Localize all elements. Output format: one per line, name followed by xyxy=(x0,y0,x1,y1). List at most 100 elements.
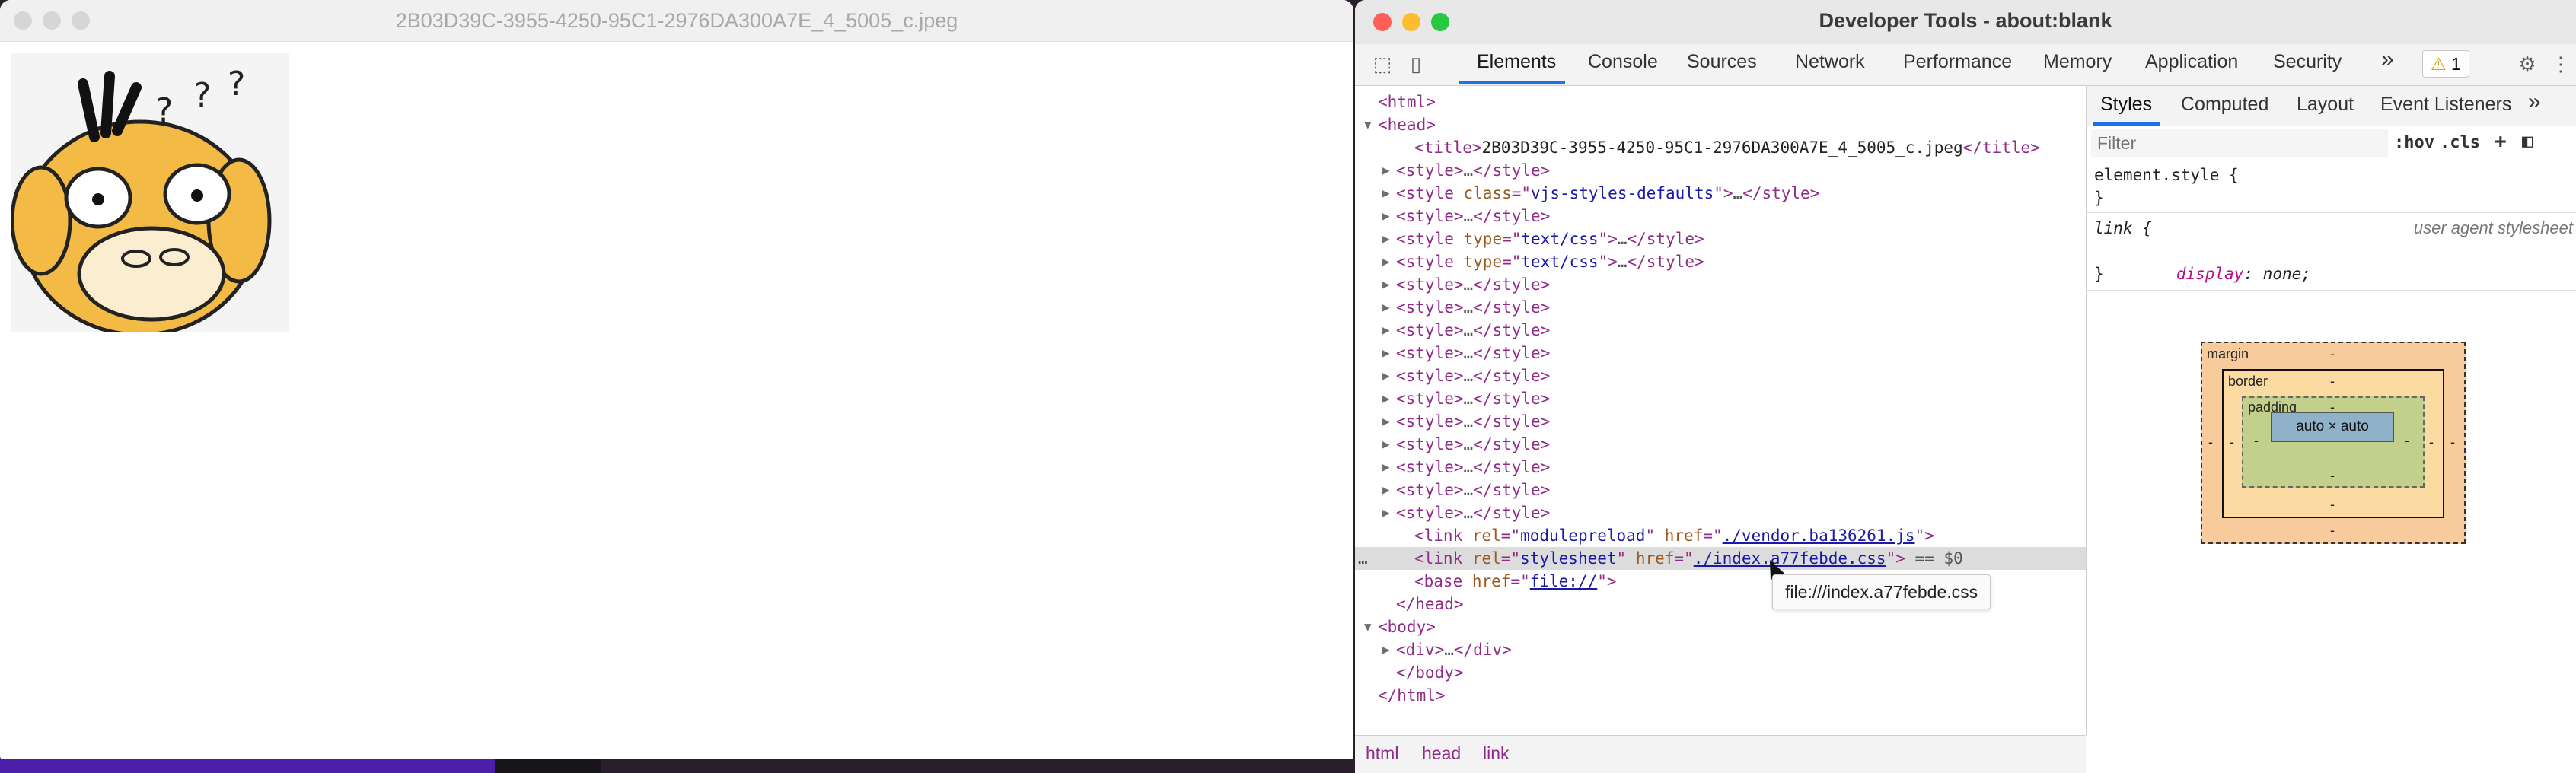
class-toggle[interactable]: .cls xyxy=(2440,133,2480,152)
dom-token-link[interactable]: ./vendor.ba136261.js xyxy=(1723,526,1915,545)
tab-styles[interactable]: Styles xyxy=(2100,94,2152,116)
dom-token-tag: </style> xyxy=(1473,275,1551,294)
tab-elements[interactable]: Elements xyxy=(1477,51,1556,73)
margin-right-value[interactable]: - xyxy=(2450,434,2455,450)
dom-token-attr: href xyxy=(1664,526,1704,545)
dom-token-tag: "> xyxy=(1598,253,1618,271)
tab-sources[interactable]: Sources xyxy=(1687,51,1757,73)
border-bottom-value[interactable]: - xyxy=(2330,497,2335,513)
tab-network[interactable]: Network xyxy=(1795,51,1865,73)
border-right-value[interactable]: - xyxy=(2429,434,2434,450)
dom-node[interactable]: ▼ <head> xyxy=(1355,113,2086,136)
tab-performance[interactable]: Performance xyxy=(1903,51,2012,73)
tab-layout[interactable]: Layout xyxy=(2297,94,2354,116)
dom-node[interactable]: ▶ <style>…</style> xyxy=(1355,273,2086,296)
dom-node-selected[interactable]: … <link rel="stylesheet" href="./index.a7… xyxy=(1355,547,2086,570)
expand-triangle-closed-icon[interactable]: ▶ xyxy=(1382,456,1390,479)
expand-triangle-closed-icon[interactable]: ▶ xyxy=(1382,159,1390,182)
expand-triangle-closed-icon[interactable]: ▶ xyxy=(1382,387,1390,410)
dom-node[interactable]: ▶ <style>…</style> xyxy=(1355,433,2086,456)
node-actions-dots[interactable]: … xyxy=(1358,547,1368,570)
expand-triangle-closed-icon[interactable]: ▶ xyxy=(1382,205,1390,227)
margin-left-value[interactable]: - xyxy=(2208,434,2213,450)
expand-triangle-closed-icon[interactable]: ▶ xyxy=(1382,250,1390,273)
dom-token-link[interactable]: ./index.a77febde.css xyxy=(1694,549,1886,568)
tab-computed[interactable]: Computed xyxy=(2181,94,2268,116)
title-bar[interactable]: 2B03D39C-3955-4250-95C1-2976DA300A7E_4_5… xyxy=(0,0,1353,42)
more-subtabs-button[interactable]: » xyxy=(2528,89,2541,115)
dom-node[interactable]: ▶ <style class="vjs-styles-defaults">…</s… xyxy=(1355,182,2086,205)
padding-left-value[interactable]: - xyxy=(2254,433,2259,449)
dom-node[interactable]: ▶ <style type="text/css">…</style> xyxy=(1355,227,2086,250)
margin-top-value[interactable]: - xyxy=(2330,346,2335,362)
expand-triangle-closed-icon[interactable]: ▶ xyxy=(1382,410,1390,433)
dom-node[interactable]: ▶ <style>…</style> xyxy=(1355,387,2086,410)
breadcrumb-head[interactable]: head xyxy=(1422,743,1461,764)
rule-declaration[interactable]: display: none; xyxy=(2119,240,2311,308)
dom-node[interactable]: <html> xyxy=(1355,91,2086,113)
hover-state-toggle[interactable]: :hov xyxy=(2394,133,2434,152)
expand-triangle-closed-icon[interactable]: ▶ xyxy=(1382,479,1390,501)
dom-node[interactable]: ▶ <style>…</style> xyxy=(1355,342,2086,364)
box-model-content[interactable]: auto × auto xyxy=(2271,412,2394,442)
dom-node[interactable]: </body> xyxy=(1355,661,2086,684)
tab-security[interactable]: Security xyxy=(2273,51,2342,73)
inspect-element-icon[interactable]: ⬚ xyxy=(1369,50,1396,78)
breadcrumb-html[interactable]: html xyxy=(1366,743,1398,764)
expand-triangle-closed-icon[interactable]: ▶ xyxy=(1382,638,1390,661)
toggle-sidebar-icon[interactable]: ◧ xyxy=(2522,130,2533,151)
image-preview-window: 2B03D39C-3955-4250-95C1-2976DA300A7E_4_5… xyxy=(0,0,1353,759)
dom-node[interactable]: ▶ <style>…</style> xyxy=(1355,456,2086,479)
expand-triangle-closed-icon[interactable]: ▶ xyxy=(1382,227,1390,250)
dom-node[interactable]: </html> xyxy=(1355,684,2086,707)
expand-triangle-closed-icon[interactable]: ▶ xyxy=(1382,182,1390,205)
device-toolbar-icon[interactable]: ▯ xyxy=(1402,50,1430,78)
dom-node[interactable]: ▶ <style>…</style> xyxy=(1355,205,2086,227)
dom-node[interactable]: ▶ <style>…</style> xyxy=(1355,364,2086,387)
tab-memory[interactable]: Memory xyxy=(2043,51,2112,73)
dom-node[interactable]: ▶ <style>…</style> xyxy=(1355,319,2086,342)
tab-event-listeners[interactable]: Event Listeners xyxy=(2380,94,2511,116)
warning-badge[interactable]: ⚠ 1 xyxy=(2422,50,2469,78)
expand-triangle-open-icon[interactable]: ▼ xyxy=(1364,616,1372,638)
more-options-icon[interactable]: ⋮ xyxy=(2547,50,2574,78)
border-left-value[interactable]: - xyxy=(2230,434,2234,450)
dom-token-tag: </style> xyxy=(1473,481,1551,499)
dom-node[interactable]: ▶ <style>…</style> xyxy=(1355,410,2086,433)
dom-node[interactable]: ▶ <div>…</div> xyxy=(1355,638,2086,661)
expand-triangle-closed-icon[interactable]: ▶ xyxy=(1382,342,1390,364)
expand-triangle-closed-icon[interactable]: ▶ xyxy=(1382,319,1390,342)
element-style-selector[interactable]: element.style { xyxy=(2094,164,2239,186)
add-rule-icon[interactable]: + xyxy=(2495,130,2507,153)
more-tabs-button[interactable]: » xyxy=(2381,46,2394,72)
dom-token-link[interactable]: file:// xyxy=(1530,572,1598,590)
styles-filter-input[interactable] xyxy=(2091,129,2388,157)
breadcrumb-link[interactable]: link xyxy=(1483,743,1510,764)
border-top-value[interactable]: - xyxy=(2330,374,2335,390)
dom-node[interactable]: ▼ <body> xyxy=(1355,616,2086,638)
expand-triangle-closed-icon[interactable]: ▶ xyxy=(1382,296,1390,319)
expand-triangle-closed-icon[interactable]: ▶ xyxy=(1382,273,1390,296)
dom-token-tag: " xyxy=(1645,526,1665,545)
dom-token-tag: </style> xyxy=(1627,253,1704,271)
margin-bottom-value[interactable]: - xyxy=(2330,523,2335,539)
dom-node[interactable]: ▶ <style type="text/css">…</style> xyxy=(1355,250,2086,273)
expand-triangle-closed-icon[interactable]: ▶ xyxy=(1382,433,1390,456)
dom-node[interactable]: <title>2B03D39C-3955-4250-95C1-2976DA300… xyxy=(1355,136,2086,159)
dom-node[interactable]: ▶ <style>…</style> xyxy=(1355,296,2086,319)
dom-node[interactable]: ▶ <style>…</style> xyxy=(1355,479,2086,501)
link-rule-selector[interactable]: link { xyxy=(2094,217,2152,240)
dom-node[interactable]: <link rel="modulepreload" href="./vendor… xyxy=(1355,524,2086,547)
expand-triangle-closed-icon[interactable]: ▶ xyxy=(1382,364,1390,387)
padding-bottom-value[interactable]: - xyxy=(2330,468,2335,484)
expand-triangle-closed-icon[interactable]: ▶ xyxy=(1382,501,1390,524)
expand-triangle-open-icon[interactable]: ▼ xyxy=(1364,113,1372,136)
tab-console[interactable]: Console xyxy=(1588,51,1658,73)
tab-application[interactable]: Application xyxy=(2145,51,2238,73)
dom-node[interactable]: ▶ <style>…</style> xyxy=(1355,159,2086,182)
padding-right-value[interactable]: - xyxy=(2405,433,2409,449)
settings-gear-icon[interactable]: ⚙ xyxy=(2514,50,2541,78)
dom-token-ell: … xyxy=(1463,481,1474,499)
devtools-title-bar[interactable]: Developer Tools - about:blank xyxy=(1355,0,2576,45)
dom-node[interactable]: ▶ <style>…</style> xyxy=(1355,501,2086,524)
